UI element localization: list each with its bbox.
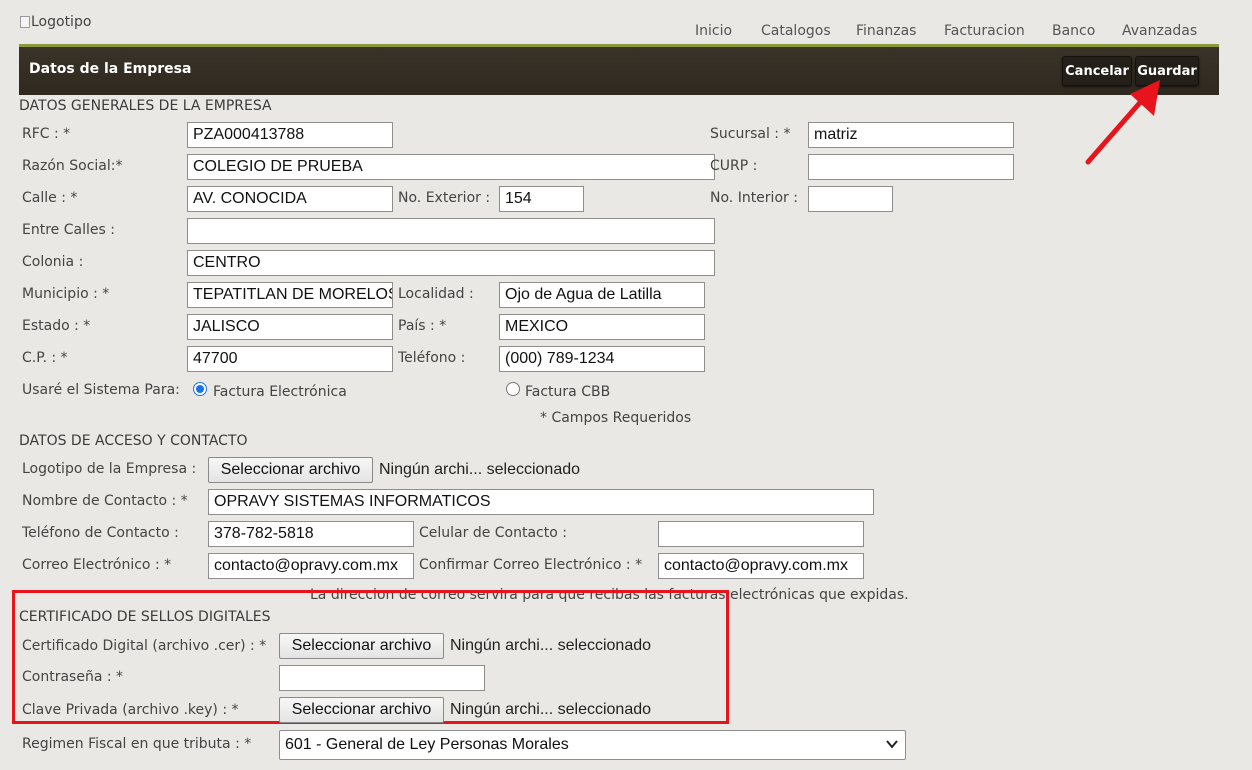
razon-social-label: Razón Social:* [22, 158, 123, 174]
telefono-input[interactable]: (000) 789-1234 [499, 346, 705, 372]
correo-label: Correo Electrónico : * [22, 557, 172, 573]
municipio-input[interactable]: TEPATITLAN DE MORELOS [187, 282, 393, 308]
sucursal-input[interactable]: matriz [808, 122, 1014, 148]
celular-contacto-input[interactable] [658, 521, 864, 547]
curp-input[interactable] [808, 154, 1014, 180]
telefono-label: Teléfono : [398, 350, 466, 366]
pais-input[interactable]: MEXICO [499, 314, 705, 340]
regimen-select[interactable]: 601 - General de Ley Personas Morales [279, 730, 906, 760]
cer-file-status: Ningún archi... seleccionado [450, 637, 652, 654]
calle-input[interactable]: AV. CONOCIDA [187, 186, 393, 212]
localidad-input[interactable]: Ojo de Agua de Latilla [499, 282, 705, 308]
section-general-title: DATOS GENERALES DE LA EMPRESA [19, 98, 272, 114]
confirmar-correo-label: Confirmar Correo Electrónico : * [419, 557, 643, 573]
nombre-contacto-input[interactable]: OPRAVY SISTEMAS INFORMATICOS [208, 489, 874, 515]
broken-image-icon [20, 16, 30, 28]
nombre-contacto-label: Nombre de Contacto : * [22, 493, 188, 509]
estado-input[interactable]: JALISCO [187, 314, 393, 340]
page-title-bar: Datos de la Empresa Cancelar Guardar [19, 47, 1219, 95]
rfc-label: RFC : * [22, 126, 71, 142]
telefono-contacto-input[interactable]: 378-782-5818 [208, 521, 414, 547]
razon-social-input[interactable]: COLEGIO DE PRUEBA [187, 154, 715, 180]
section-contact-title: DATOS DE ACCESO Y CONTACTO [19, 433, 248, 449]
chevron-down-icon [886, 740, 898, 749]
factura-cbb-radio[interactable] [506, 382, 520, 396]
cp-label: C.P. : * [22, 350, 68, 366]
logo-alt-text: Logotipo [31, 14, 92, 30]
sucursal-label: Sucursal : * [710, 126, 791, 142]
regimen-selected-value: 601 - General de Ley Personas Morales [285, 736, 569, 753]
nav-inicio[interactable]: Inicio [695, 23, 732, 39]
nav-facturacion[interactable]: Facturacion [944, 23, 1025, 39]
no-interior-input[interactable] [808, 186, 893, 212]
nav-finanzas[interactable]: Finanzas [856, 23, 916, 39]
usare-label: Usaré el Sistema Para: [22, 382, 180, 398]
municipio-label: Municipio : * [22, 286, 110, 302]
localidad-label: Localidad : [398, 286, 474, 302]
key-file-status: Ningún archi... seleccionado [450, 701, 652, 718]
logotipo-file-button[interactable]: Seleccionar archivo [208, 457, 373, 483]
nav-catalogos[interactable]: Catalogos [761, 23, 831, 39]
correo-input[interactable]: contacto@opravy.com.mx [208, 553, 414, 579]
colonia-input[interactable]: CENTRO [187, 250, 715, 276]
no-interior-label: No. Interior : [710, 190, 798, 206]
telefono-contacto-label: Teléfono de Contacto : [22, 525, 179, 541]
confirmar-correo-input[interactable]: contacto@opravy.com.mx [658, 553, 864, 579]
password-label: Contraseña : * [22, 669, 124, 685]
celular-contacto-label: Celular de Contacto : [419, 525, 567, 541]
colonia-label: Colonia : [22, 254, 84, 270]
page-title: Datos de la Empresa [29, 61, 192, 77]
nav-avanzadas[interactable]: Avanzadas [1122, 23, 1197, 39]
calle-label: Calle : * [22, 190, 78, 206]
no-exterior-label: No. Exterior : [398, 190, 491, 206]
pais-label: País : * [398, 318, 447, 334]
factura-electronica-label: Factura Electrónica [213, 384, 347, 400]
factura-cbb-label: Factura CBB [525, 384, 611, 400]
required-note: * Campos Requeridos [540, 410, 692, 426]
nav-banco[interactable]: Banco [1052, 23, 1095, 39]
entre-calles-label: Entre Calles : [22, 222, 115, 238]
company-logo: Logotipo [20, 14, 91, 30]
curp-label: CURP : [710, 158, 758, 174]
entre-calles-input[interactable] [187, 218, 715, 244]
arrow-annotation-icon [1085, 80, 1160, 165]
factura-electronica-radio[interactable] [193, 382, 207, 396]
key-file-button[interactable]: Seleccionar archivo [279, 697, 444, 723]
cp-input[interactable]: 47700 [187, 346, 393, 372]
section-certificate-title: CERTIFICADO DE SELLOS DIGITALES [19, 609, 271, 625]
rfc-input[interactable]: PZA000413788 [187, 122, 393, 148]
regimen-label: Regimen Fiscal en que tributa : * [22, 736, 252, 752]
no-exterior-input[interactable]: 154 [499, 186, 584, 212]
password-input[interactable] [279, 665, 485, 691]
logotipo-label: Logotipo de la Empresa : [22, 461, 197, 477]
key-label: Clave Privada (archivo .key) : * [22, 702, 239, 718]
logotipo-file-status: Ningún archi... seleccionado [379, 461, 581, 478]
cer-label: Certificado Digital (archivo .cer) : * [22, 638, 267, 654]
estado-label: Estado : * [22, 318, 91, 334]
cer-file-button[interactable]: Seleccionar archivo [279, 633, 444, 659]
